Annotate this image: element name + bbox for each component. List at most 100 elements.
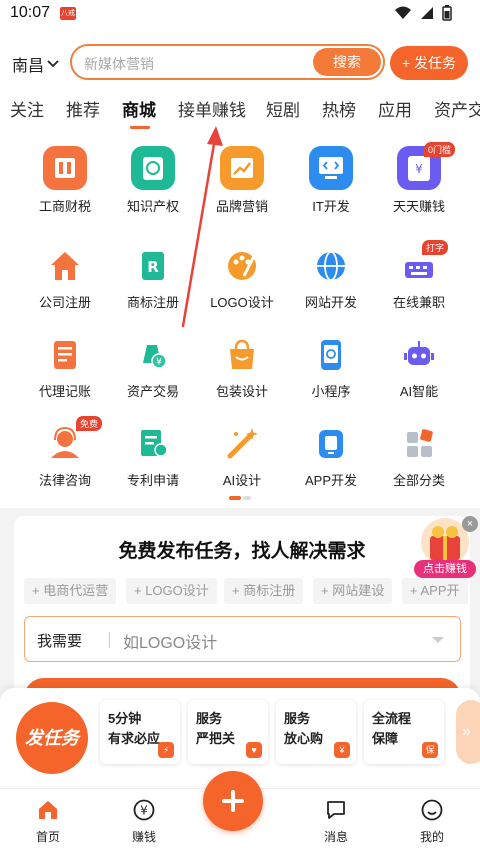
divider — [109, 632, 110, 648]
grid-item-trademark[interactable]: R 商标注册 — [105, 246, 201, 311]
tab-follow[interactable]: 关注 — [10, 96, 44, 121]
grid-label: 公司注册 — [38, 295, 91, 310]
nav-earn-label: 赚钱 — [131, 830, 156, 844]
tab-hot-list[interactable]: 热榜 — [322, 96, 356, 121]
search-button[interactable]: 搜索 — [313, 48, 381, 76]
palette-icon — [228, 252, 256, 280]
chip-trademark[interactable]: + 商标注册 — [224, 578, 304, 604]
nav-messages-label: 消息 — [323, 830, 348, 844]
grid-label: 知识产权 — [126, 199, 179, 214]
free-badge: 免费 — [76, 416, 103, 431]
grid-label: 天天赚钱 — [392, 199, 445, 214]
grid-item-company-register[interactable]: 公司注册 — [17, 246, 113, 311]
grid-label: AI智能 — [399, 384, 439, 399]
publish-task-badge[interactable]: 发任务 — [16, 702, 88, 774]
grid-item-asset-trade[interactable]: ¥ 资产交易 — [105, 335, 201, 400]
nav-mine[interactable]: 我的 — [402, 799, 462, 845]
need-placeholder: 如LOGO设计 — [123, 635, 218, 652]
nav-mine-label: 我的 — [419, 830, 444, 844]
grid-item-app-dev[interactable]: APP开发 — [283, 424, 379, 489]
code-monitor-icon — [309, 146, 353, 190]
grid-item-it-dev[interactable]: IT开发 — [283, 146, 379, 215]
feature-line1: 服务 — [284, 711, 311, 726]
status-bar: 10:07 八戒 — [0, 0, 480, 28]
feature-line1: 5分钟 — [108, 711, 142, 726]
globe-icon — [317, 251, 345, 281]
search-input[interactable]: 新媒体营销 搜索 — [70, 44, 385, 80]
grid-item-online-parttime[interactable]: 在线兼职 — [371, 246, 467, 311]
chip-website[interactable]: + 网站建设 — [313, 578, 393, 604]
battery-icon — [442, 5, 452, 21]
home-icon — [51, 252, 79, 280]
city-label: 南昌 — [12, 58, 45, 75]
signal-icon — [421, 7, 433, 19]
grid-label: 品牌营销 — [215, 199, 268, 214]
need-input[interactable]: 我需要 如LOGO设计 — [24, 616, 461, 662]
grid-item-mini-program[interactable]: 小程序 — [283, 335, 379, 400]
feature-line2: 有求必应 — [108, 731, 161, 746]
need-label: 我需要 — [37, 633, 83, 650]
bag-icon — [230, 339, 254, 369]
city-selector[interactable]: 南昌 — [12, 52, 59, 76]
grid-label: LOGO设计 — [210, 295, 274, 310]
app-notification-icon: 八戒 — [60, 7, 76, 20]
tab-mall[interactable]: 商城 — [122, 96, 156, 121]
grid-label: APP开发 — [304, 473, 357, 488]
tab-take-orders[interactable]: 接单赚钱 — [178, 96, 246, 121]
grid-label: 代理记账 — [38, 384, 91, 399]
svg-text:¥: ¥ — [140, 804, 148, 818]
nav-messages[interactable]: 消息 — [306, 799, 366, 845]
tab-short-drama[interactable]: 短剧 — [266, 96, 300, 121]
task-publish-card: 免费发布任务，找人解决需求 + 电商代运营 + LOGO设计 + 商标注册 + … — [14, 516, 470, 718]
grid-item-legal[interactable]: 法律咨询 — [17, 424, 113, 489]
grid-item-business-tax[interactable]: 工商财税 — [17, 146, 113, 215]
chip-ecommerce[interactable]: + 电商代运营 — [24, 578, 117, 604]
grid-label: 工商财税 — [38, 199, 91, 214]
grid-item-brand-marketing[interactable]: 品牌营销 — [194, 146, 290, 215]
badge-text: 发任务 — [25, 728, 79, 748]
suggestion-chips: + 电商代运营 + LOGO设计 + 商标注册 + 网站建设 + APP开 — [24, 578, 470, 604]
svg-text:¥: ¥ — [415, 162, 423, 176]
bottom-nav: 首页 ¥ 赚钱 消息 我的 — [0, 771, 480, 853]
phone-app-icon — [321, 340, 341, 370]
grid-item-website-dev[interactable]: 网站开发 — [283, 246, 379, 311]
grid-item-ai[interactable]: AI智能 — [371, 335, 467, 400]
chip-app[interactable]: + APP开 — [402, 578, 468, 604]
svg-text:R: R — [147, 258, 159, 276]
publish-task-button[interactable]: + 发任务 — [390, 46, 468, 80]
nav-home-label: 首页 — [35, 830, 60, 844]
patent-icon — [141, 430, 168, 457]
dropdown-caret-icon — [432, 637, 444, 643]
grid-item-patent[interactable]: 专利申请 — [105, 424, 201, 489]
grid-item-daily-earn[interactable]: ¥ 天天赚钱 — [371, 146, 467, 215]
double-chevron-right-icon[interactable]: » — [456, 700, 480, 764]
tab-recommend[interactable]: 推荐 — [66, 96, 100, 121]
grid-label: AI设计 — [222, 473, 262, 488]
feature-line2: 保障 — [372, 731, 399, 746]
nav-earn[interactable]: ¥ 赚钱 — [114, 799, 174, 845]
chip-logo-design[interactable]: + LOGO设计 — [126, 578, 217, 604]
grid-item-ip[interactable]: 知识产权 — [105, 146, 201, 215]
tab-asset-trade[interactable]: 资产交 — [434, 96, 480, 121]
guarantee-icon: 保 — [422, 742, 438, 758]
lightning-icon: ⚡ — [158, 742, 174, 758]
close-icon[interactable]: × — [462, 516, 478, 532]
grid-label: 商标注册 — [126, 295, 179, 310]
grid-item-logo-design[interactable]: LOGO设计 — [194, 246, 290, 311]
nav-home[interactable]: 首页 — [18, 799, 78, 845]
header-row: 南昌 新媒体营销 搜索 + 发任务 — [0, 44, 480, 82]
grid-label: 网站开发 — [304, 295, 357, 310]
grid-item-package-design[interactable]: 包装设计 — [194, 335, 290, 400]
asset-icon: ¥ — [143, 345, 167, 369]
tab-apps[interactable]: 应用 — [378, 96, 412, 121]
heart-icon: ♥ — [246, 742, 262, 758]
grid-item-all-categories[interactable]: 全部分类 — [371, 424, 467, 489]
grid-item-bookkeeping[interactable]: 代理记账 — [17, 335, 113, 400]
grid-label: 法律咨询 — [38, 473, 91, 488]
promo-label[interactable]: 点击赚钱 — [414, 560, 476, 578]
grid-label: 资产交易 — [126, 384, 179, 399]
grid-label: 小程序 — [311, 384, 351, 399]
grid-item-ai-design[interactable]: AI设计 — [194, 424, 290, 489]
magic-wand-icon — [227, 428, 258, 459]
add-task-button[interactable] — [203, 771, 263, 831]
